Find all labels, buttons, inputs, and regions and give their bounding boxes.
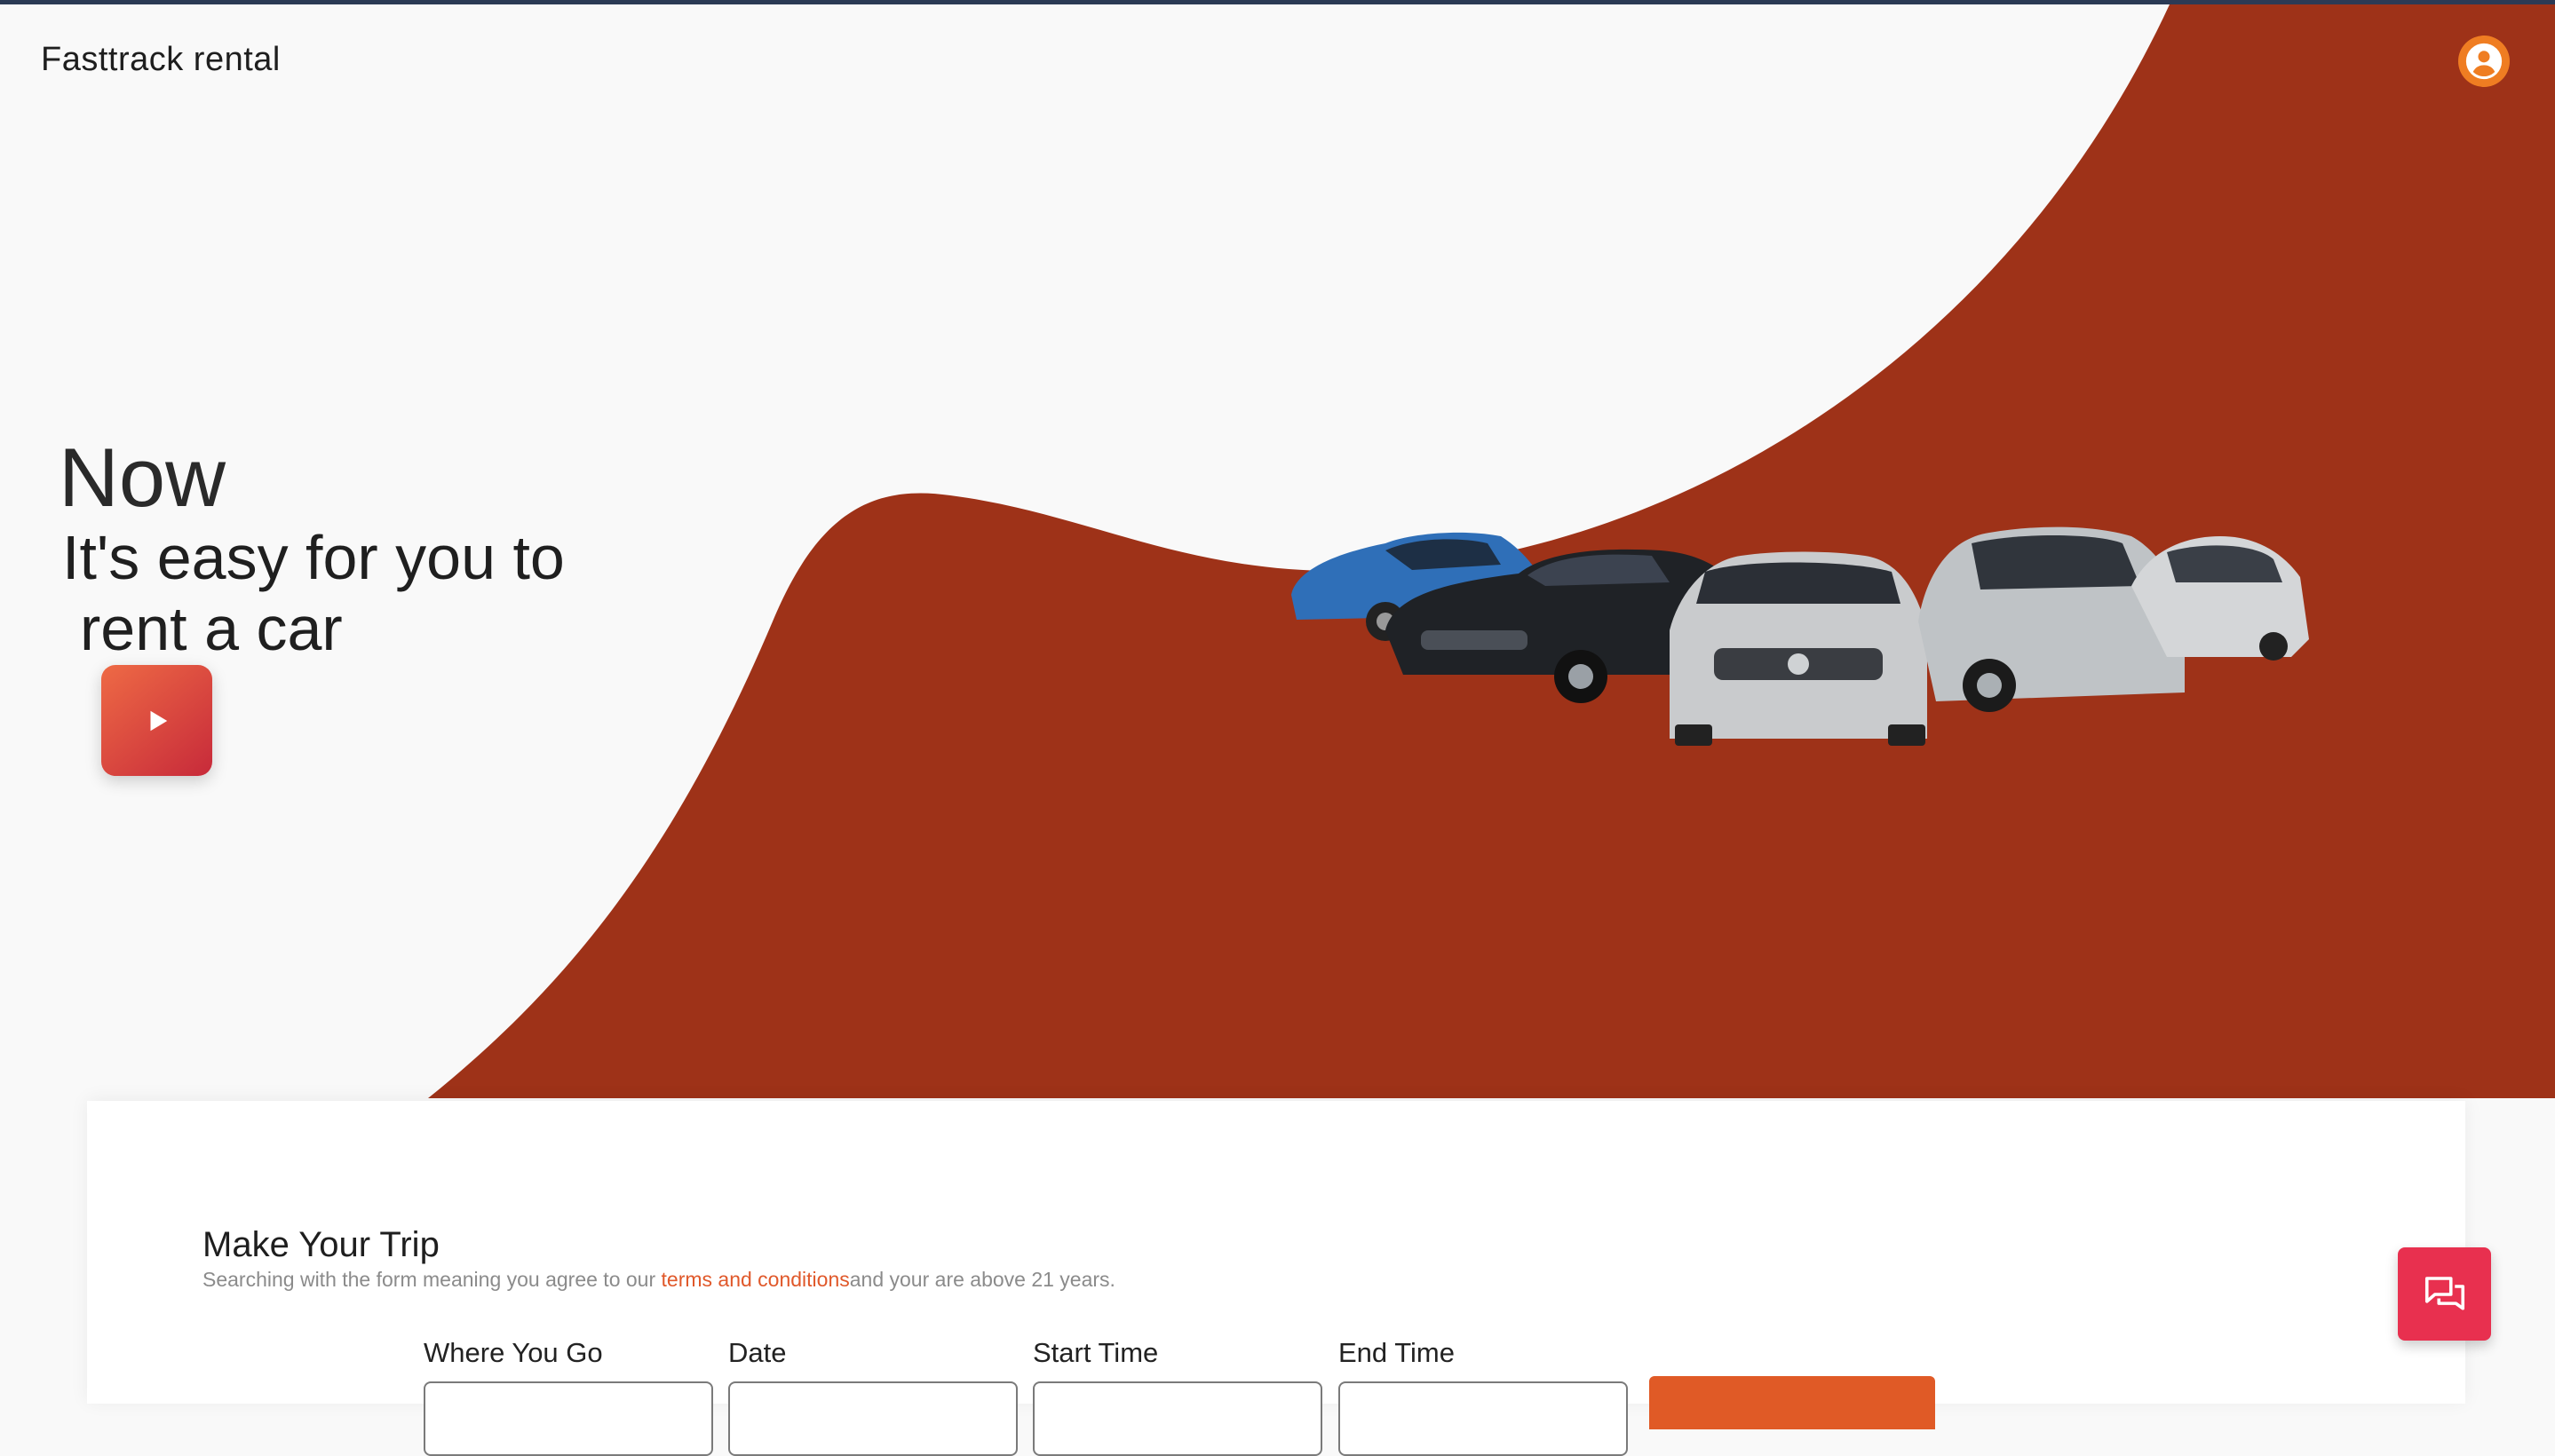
play-icon <box>150 710 167 731</box>
field-date: Date <box>728 1337 1018 1456</box>
brand-logo[interactable]: Fasttrack rental <box>41 41 281 79</box>
terms-link[interactable]: terms and conditions <box>662 1268 850 1291</box>
where-input[interactable] <box>424 1381 713 1456</box>
hero-tagline-line2: rent a car <box>80 594 343 663</box>
date-input[interactable] <box>728 1381 1018 1456</box>
cars-image <box>1291 526 2309 746</box>
chat-icon <box>2424 1276 2464 1310</box>
chat-button[interactable] <box>2398 1247 2491 1341</box>
field-label-date: Date <box>728 1337 787 1368</box>
hero-eyebrow: Now <box>59 431 226 524</box>
field-end-time: End Time <box>1338 1337 1628 1456</box>
hero-tagline: It's easy for you to rent a car <box>62 522 565 664</box>
trip-search-card: Make Your Trip Searching with the form m… <box>87 1101 2465 1456</box>
field-start-time: Start Time <box>1033 1337 1322 1456</box>
play-video-button[interactable] <box>101 665 212 776</box>
start-time-input[interactable] <box>1033 1381 1322 1456</box>
trip-title: Make Your Trip <box>202 1225 440 1264</box>
account-circle-icon <box>2465 43 2503 80</box>
trip-subtitle-text: Searching with the form meaning you agre… <box>202 1268 662 1291</box>
field-label-where: Where You Go <box>424 1337 603 1368</box>
end-time-input[interactable] <box>1338 1381 1628 1456</box>
car-silver-minivan <box>1918 526 2185 712</box>
field-label-end-time: End Time <box>1338 1337 1455 1368</box>
trip-subtitle: Searching with the form meaning you agre… <box>202 1268 1115 1292</box>
trip-subtitle-text-end: and your are above 21 years. <box>849 1268 1115 1291</box>
account-button[interactable] <box>2458 36 2510 87</box>
field-where-you-go: Where You Go <box>424 1337 713 1456</box>
car-silver-front <box>1670 551 1927 746</box>
field-label-start-time: Start Time <box>1033 1337 1159 1368</box>
search-button[interactable] <box>1649 1376 1935 1429</box>
hero-tagline-line1: It's easy for you to <box>62 523 565 592</box>
